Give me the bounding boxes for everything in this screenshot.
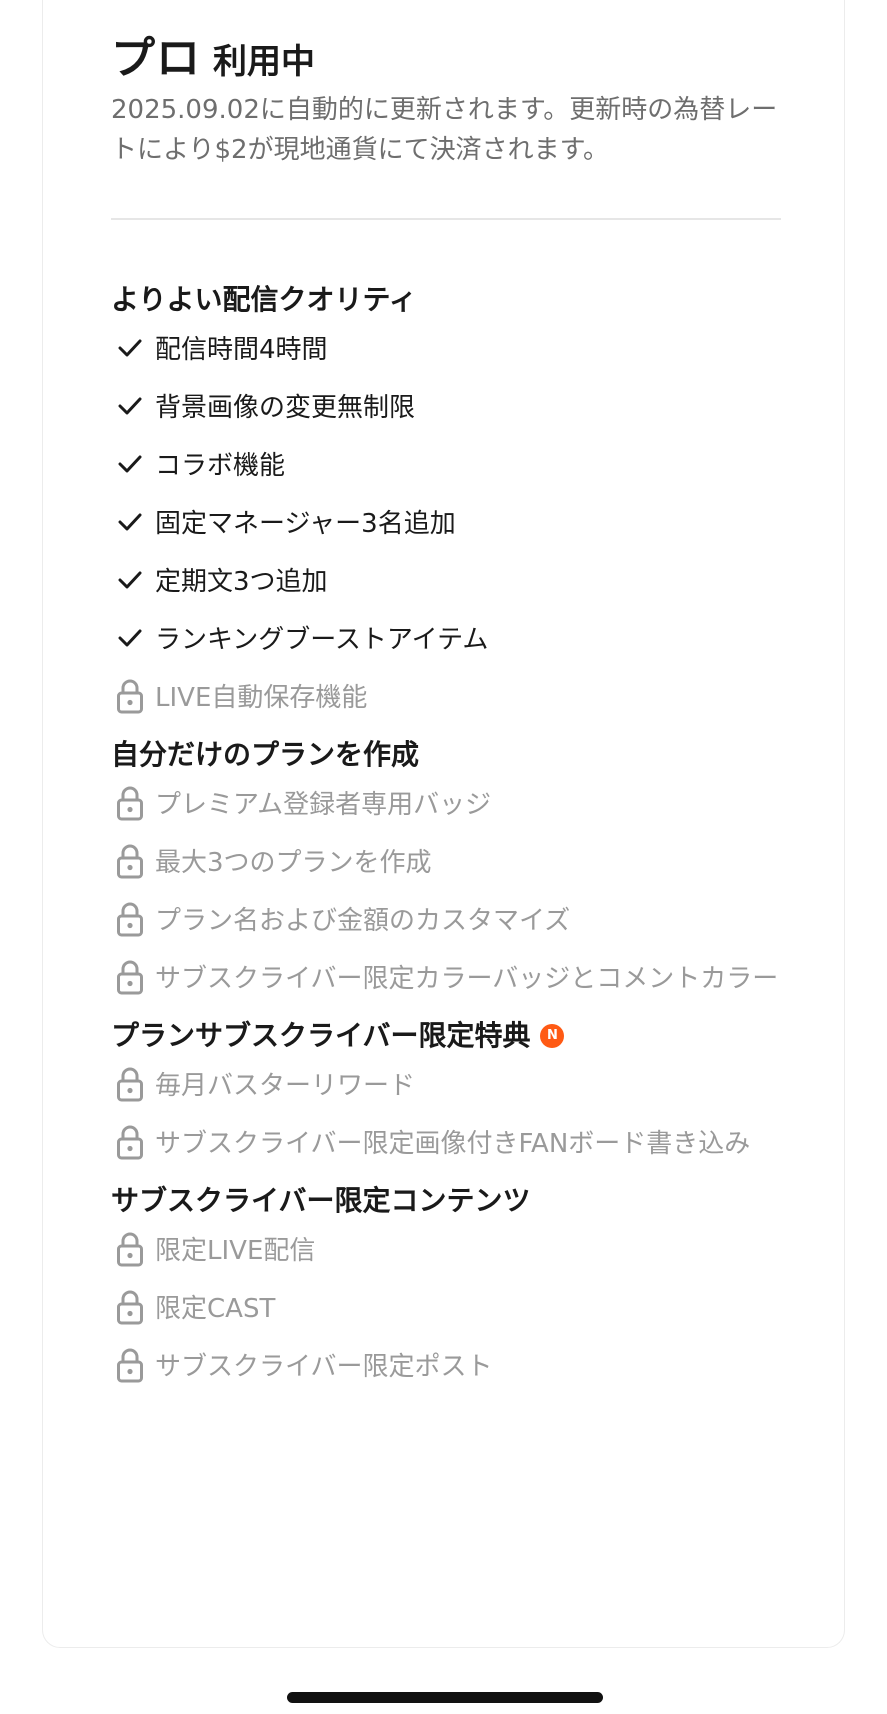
benefit-label: プレミアム登録者専用バッジ xyxy=(155,790,492,820)
lock-icon xyxy=(116,1289,144,1325)
benefit-item: 背景画像の変更無制限 xyxy=(111,388,781,429)
benefit-item: 限定LIVE配信 xyxy=(111,1231,781,1272)
section-title: プランサブスクライバー限定特典 N xyxy=(111,1018,781,1054)
benefit-label: 固定マネージャー3名追加 xyxy=(155,509,456,539)
benefit-label: プラン名および金額のカスタマイズ xyxy=(155,906,571,936)
benefit-label: サブスクライバー限定画像付きFANボード書き込み xyxy=(155,1129,751,1159)
benefit-label: 毎月バスターリワード xyxy=(155,1071,416,1101)
benefit-label: 限定CAST xyxy=(155,1294,276,1324)
benefit-item: コラボ機能 xyxy=(111,446,781,487)
benefit-list: 毎月バスターリワードサブスクライバー限定画像付きFANボード書き込み xyxy=(111,1066,781,1165)
benefit-item: 固定マネージャー3名追加 xyxy=(111,504,781,545)
benefit-item: サブスクライバー限定画像付きFANボード書き込み xyxy=(111,1124,781,1165)
benefit-item: ランキングブーストアイテム xyxy=(111,620,781,661)
lock-icon xyxy=(116,959,144,995)
section-title: サブスクライバー限定コンテンツ xyxy=(111,1183,781,1219)
benefit-item: サブスクライバー限定ポスト xyxy=(111,1347,781,1388)
check-icon xyxy=(116,504,144,540)
benefit-section: サブスクライバー限定コンテンツ限定LIVE配信 限定CAST サブスクライバー限定ポ… xyxy=(111,1183,781,1388)
section-title: よりよい配信クオリティ xyxy=(111,282,781,318)
plan-content: プロ 利用中 2025.09.02に自動的に更新されます。更新時の為替レートによ… xyxy=(111,22,781,1406)
new-badge: N xyxy=(540,1024,565,1048)
benefit-section: プランサブスクライバー限定特典 N 毎月バスターリワードサブスクライバー限定画像付き… xyxy=(111,1018,781,1165)
benefit-label: コラボ機能 xyxy=(155,451,286,481)
check-icon xyxy=(116,620,144,656)
plan-status: 利用中 xyxy=(213,42,315,82)
renewal-notice: 2025.09.02に自動的に更新されます。更新時の為替レートにより$2が現地通… xyxy=(111,95,778,165)
benefit-label: 背景画像の変更無制限 xyxy=(155,393,416,423)
home-indicator[interactable] xyxy=(287,1692,603,1703)
benefit-label: 配信時間4時間 xyxy=(155,335,328,365)
benefit-item: サブスクライバー限定カラーバッジとコメントカラー xyxy=(111,959,781,1000)
check-icon xyxy=(116,330,144,366)
benefit-item: 配信時間4時間 xyxy=(111,330,781,371)
section-title-text: プランサブスクライバー限定特典 xyxy=(111,1019,531,1052)
section-title: 自分だけのプランを作成 xyxy=(111,737,781,773)
lock-icon xyxy=(116,843,144,879)
lock-icon xyxy=(116,1124,144,1160)
check-icon xyxy=(116,388,144,424)
plan-header: プロ 利用中 xyxy=(111,22,781,84)
lock-icon xyxy=(116,1347,144,1383)
check-icon xyxy=(116,562,144,598)
lock-icon xyxy=(116,901,144,937)
benefit-label: サブスクライバー限定ポスト xyxy=(155,1352,493,1382)
benefit-item: 定期文3つ追加 xyxy=(111,562,781,603)
benefit-section: よりよい配信クオリティ配信時間4時間背景画像の変更無制限 コラボ機能固定マネージャ… xyxy=(111,282,781,719)
lock-icon xyxy=(116,1231,144,1267)
benefit-item: 毎月バスターリワード xyxy=(111,1066,781,1107)
benefit-label: 限定LIVE配信 xyxy=(155,1236,316,1266)
benefit-item: 限定CAST xyxy=(111,1289,781,1330)
benefit-item: プレミアム登録者専用バッジ xyxy=(111,785,781,826)
divider xyxy=(111,218,781,220)
benefit-label: サブスクライバー限定カラーバッジとコメントカラー xyxy=(155,964,779,994)
section-title-text: よりよい配信クオリティ xyxy=(111,283,417,316)
lock-icon xyxy=(116,785,144,821)
benefit-label: ランキングブーストアイテム xyxy=(155,625,489,655)
section-title-text: サブスクライバー限定コンテンツ xyxy=(111,1184,531,1217)
lock-icon xyxy=(116,1066,144,1102)
plan-name: プロ xyxy=(111,33,201,84)
benefit-list: プレミアム登録者専用バッジ 最大3つのプランを作成プラン名および金額のカスタマイズ… xyxy=(111,785,781,1000)
benefit-item: プラン名および金額のカスタマイズ xyxy=(111,901,781,942)
benefit-item: LIVE自動保存機能 xyxy=(111,678,781,719)
benefit-label: 最大3つのプランを作成 xyxy=(155,848,432,878)
lock-icon xyxy=(116,678,144,714)
check-icon xyxy=(116,446,144,482)
benefit-label: LIVE自動保存機能 xyxy=(155,683,368,713)
benefit-section: 自分だけのプランを作成プレミアム登録者専用バッジ 最大3つのプランを作成プラン名お… xyxy=(111,737,781,1000)
section-title-text: 自分だけのプランを作成 xyxy=(111,738,420,771)
benefit-item: 最大3つのプランを作成 xyxy=(111,843,781,884)
benefit-list: 配信時間4時間背景画像の変更無制限 コラボ機能固定マネージャー3名追加 定期文3つ追… xyxy=(111,330,781,719)
benefit-sections: よりよい配信クオリティ配信時間4時間背景画像の変更無制限 コラボ機能固定マネージャ… xyxy=(111,282,781,1388)
benefit-list: 限定LIVE配信 限定CAST サブスクライバー限定ポスト xyxy=(111,1231,781,1388)
benefit-label: 定期文3つ追加 xyxy=(155,567,328,597)
